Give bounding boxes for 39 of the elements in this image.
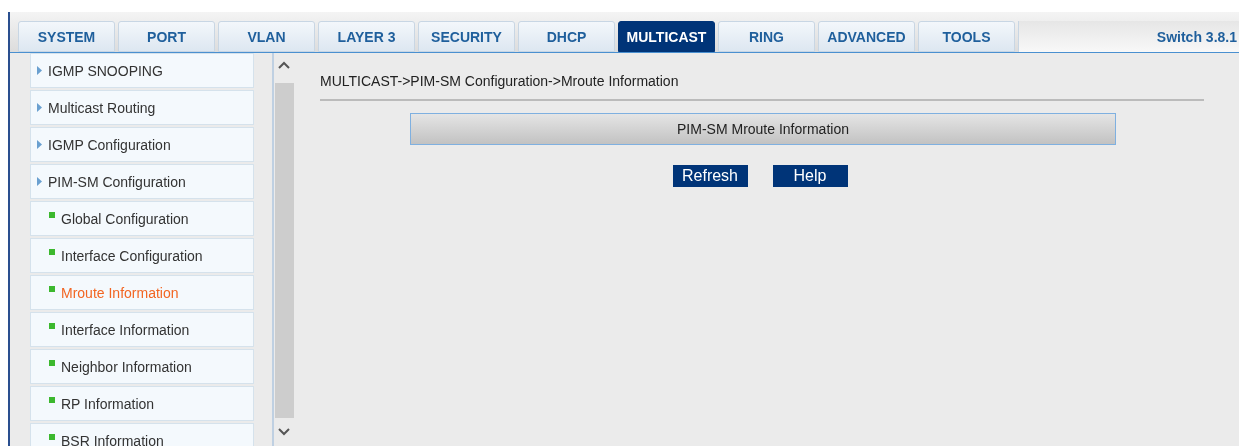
nav-tab[interactable]: LAYER 3 (318, 21, 415, 52)
nav-tab[interactable]: VLAN (218, 21, 315, 52)
triangle-icon (37, 140, 42, 149)
sidebar-item[interactable]: Interface Configuration (30, 238, 254, 273)
sidebar-item[interactable]: BSR Information (30, 423, 254, 446)
triangle-icon (37, 103, 42, 112)
sidebar-item[interactable]: IGMP Configuration (30, 127, 254, 162)
sidebar-item[interactable]: Interface Information (30, 312, 254, 347)
nav-tab[interactable]: RING (718, 21, 815, 52)
panel-header: PIM-SM Mroute Information (410, 113, 1116, 145)
bullet-icon (49, 323, 55, 329)
nav-tab[interactable]: SECURITY (418, 21, 515, 52)
version-label: Switch 3.8.1 (1018, 21, 1239, 52)
sidebar-item[interactable]: PIM-SM Configuration (30, 164, 254, 199)
bullet-icon (49, 360, 55, 366)
bullet-icon (49, 397, 55, 403)
triangle-icon (37, 177, 42, 186)
nav-tab[interactable]: SYSTEM (18, 21, 115, 52)
action-button[interactable]: Help (772, 165, 848, 187)
nav-tab[interactable]: TOOLS (918, 21, 1015, 52)
triangle-icon (37, 66, 42, 75)
sidebar-item[interactable]: Neighbor Information (30, 349, 254, 384)
sidebar-item[interactable]: Multicast Routing (30, 90, 254, 125)
chevron-up-icon[interactable] (278, 61, 290, 69)
chevron-down-icon[interactable] (278, 428, 290, 436)
nav-tab[interactable]: MULTICAST (618, 21, 715, 52)
breadcrumb: MULTICAST->PIM-SM Configuration->Mroute Information (320, 73, 1204, 101)
bullet-icon (49, 286, 55, 292)
sidebar-item[interactable]: Global Configuration (30, 201, 254, 236)
sidebar-item[interactable]: RP Information (30, 386, 254, 421)
sidebar-item[interactable]: IGMP SNOOPING (30, 53, 254, 88)
nav-tab[interactable]: DHCP (518, 21, 615, 52)
action-button[interactable]: Refresh (672, 165, 748, 187)
scrollbar-thumb[interactable] (274, 83, 294, 418)
bullet-icon (49, 212, 55, 218)
bullet-icon (49, 249, 55, 255)
nav-tab[interactable]: PORT (118, 21, 215, 52)
nav-tab[interactable]: ADVANCED (818, 21, 915, 52)
bullet-icon (49, 434, 55, 440)
